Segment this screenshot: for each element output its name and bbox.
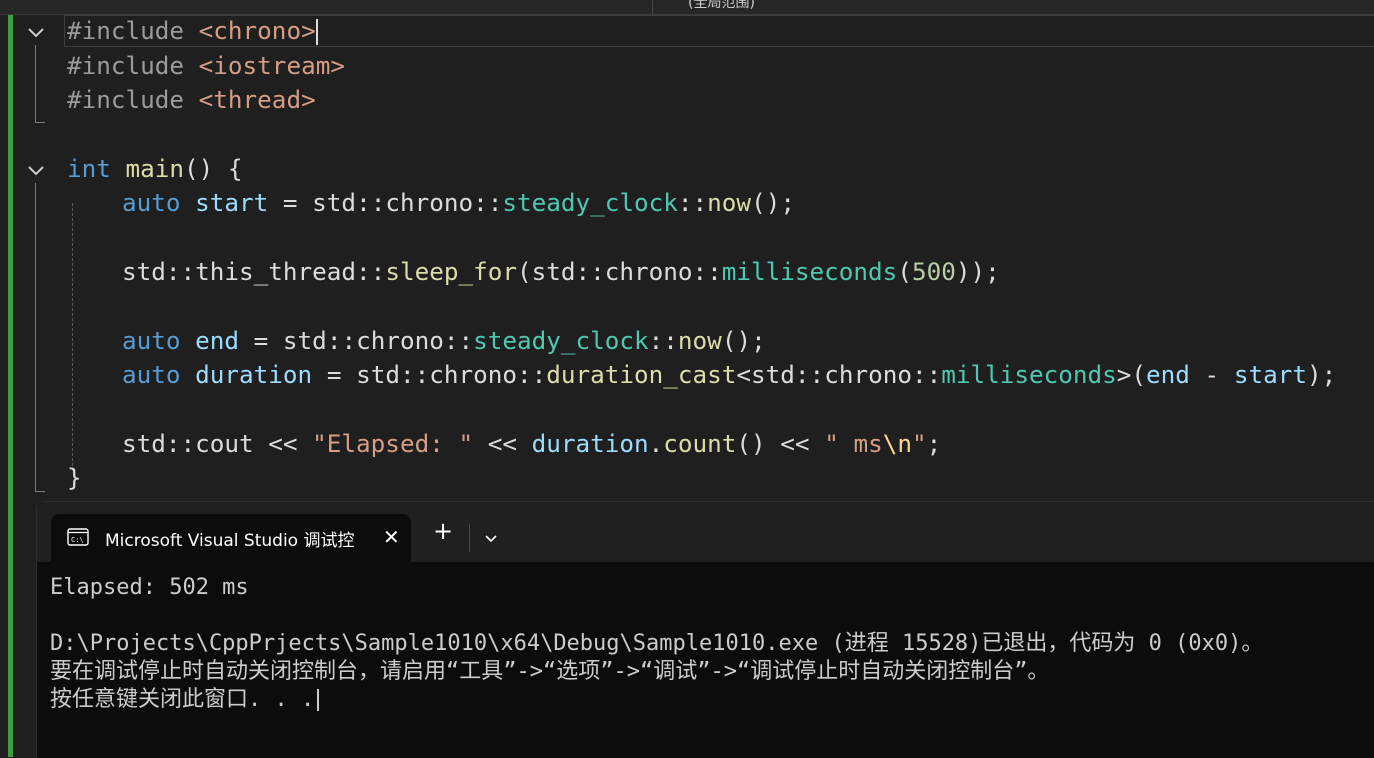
code-line-8[interactable]: std::this_thread::sleep_for(std::chrono:…	[122, 255, 1000, 289]
fold-bracket-end	[35, 491, 45, 492]
console-tab-bar: C:\ Microsoft Visual Studio 调试控 ✕ +	[37, 502, 1374, 562]
code-line-11[interactable]: auto duration = std::chrono::duration_ca…	[122, 358, 1336, 392]
code-line-6[interactable]: auto start = std::chrono::steady_clock::…	[122, 186, 795, 220]
console-tab[interactable]: C:\ Microsoft Visual Studio 调试控 ✕	[51, 514, 411, 562]
console-cursor	[317, 689, 320, 711]
fold-chevron-icon[interactable]	[26, 23, 46, 43]
scope-dropdown[interactable]: (全局范围)	[688, 0, 755, 12]
debug-console-window[interactable]: C:\ Microsoft Visual Studio 调试控 ✕ + Elap…	[36, 501, 1374, 758]
code-line-10[interactable]: auto end = std::chrono::steady_clock::no…	[122, 324, 766, 358]
code-line-1[interactable]: #include <chrono>	[64, 15, 1374, 47]
console-output-line: D:\Projects\CppPrjects\Sample1010\x64\De…	[50, 631, 1264, 656]
terminal-icon: C:\	[67, 528, 89, 546]
code-line-13[interactable]: std::cout << "Elapsed: " << duration.cou…	[122, 427, 941, 461]
console-output-line: 按任意键关闭此窗口. . .	[50, 686, 320, 714]
fold-chevron-icon[interactable]	[26, 161, 46, 181]
close-icon[interactable]: ✕	[383, 525, 400, 549]
console-output-line: Elapsed: 502 ms	[50, 575, 249, 600]
plus-icon[interactable]: +	[433, 518, 453, 544]
include-path: <chrono>	[198, 16, 316, 45]
fold-bracket	[35, 183, 36, 491]
editor-nav-bar: (全局范围)	[0, 0, 1374, 15]
console-tab-title: Microsoft Visual Studio 调试控	[105, 531, 355, 551]
code-line-5[interactable]: int main() {	[67, 152, 243, 186]
console-output-line: 要在调试停止时自动关闭控制台，请启用“工具”->“选项”->“调试”->“调试停…	[50, 659, 1050, 684]
code-line-2[interactable]: #include <iostream>	[67, 49, 345, 83]
code-line-3[interactable]: #include <thread>	[67, 83, 316, 117]
change-tracking-bar	[8, 15, 13, 757]
tab-divider	[469, 524, 470, 552]
indent-guide	[72, 203, 73, 471]
fold-bracket	[35, 45, 36, 122]
code-line-14[interactable]: }	[67, 461, 82, 495]
chevron-down-icon[interactable]	[483, 530, 499, 543]
text-caret	[315, 19, 318, 45]
fold-bracket-end	[35, 122, 45, 123]
nav-divider	[652, 0, 653, 14]
svg-text:C:\: C:\	[71, 536, 84, 544]
preprocessor-keyword: #include	[67, 16, 185, 45]
